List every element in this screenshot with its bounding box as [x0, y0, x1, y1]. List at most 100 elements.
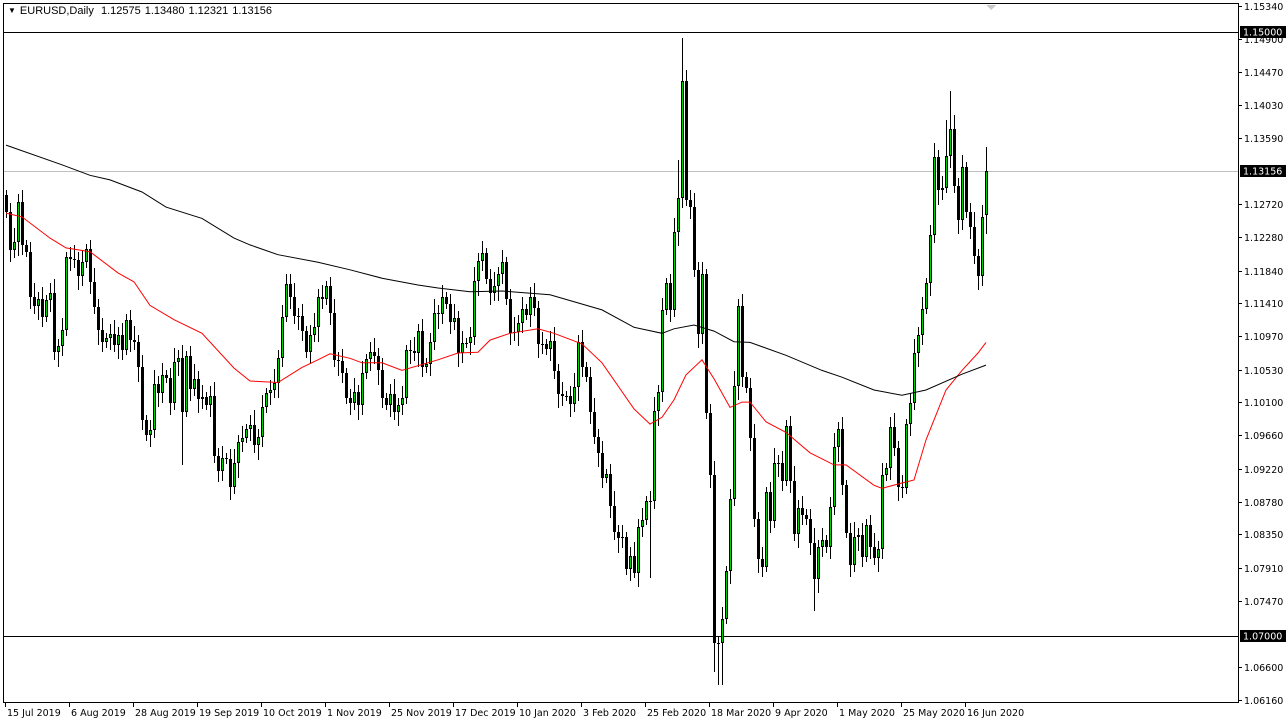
time-tick-label: 19 Sep 2019	[199, 708, 259, 719]
candle-body-fill	[766, 493, 767, 566]
candle-body-fill	[854, 538, 855, 564]
price-axis[interactable]: 1.153401.149001.144701.140301.135901.127…	[1238, 2, 1283, 707]
candle	[505, 257, 508, 305]
candle-body-fill	[914, 354, 915, 402]
candle-body-fill	[658, 393, 659, 410]
candle	[65, 252, 68, 336]
candle-body-fill	[502, 263, 503, 273]
candle-body-bear	[693, 207, 696, 270]
candle-body-fill	[66, 258, 67, 329]
candle	[729, 489, 732, 584]
candle	[685, 70, 688, 206]
candle-body-bear	[597, 437, 600, 453]
candle-body-bear	[9, 212, 12, 250]
candle-body-bear	[337, 360, 340, 361]
candlestick-chart[interactable]: 1.153401.149001.144701.140301.135901.127…	[0, 0, 1288, 725]
time-tick-label: 15 Jul 2019	[7, 708, 61, 719]
symbol-timeframe: EURUSD,Daily	[19, 5, 94, 17]
candle-body-bear	[101, 330, 104, 342]
candle-body-bear	[137, 342, 140, 367]
dropdown-triangle-icon[interactable]: ▼	[8, 6, 16, 15]
price-tick-label: 1.10530	[1244, 366, 1283, 377]
candle-body-bear	[937, 157, 940, 190]
candle-body-bear	[341, 361, 344, 373]
time-tick-label: 25 May 2020	[903, 708, 965, 719]
candle-body-bear	[197, 379, 200, 399]
candle-body-fill	[798, 509, 799, 533]
candle-body-fill	[982, 218, 983, 275]
candle-body-fill	[834, 448, 835, 506]
candle-body-fill	[654, 412, 655, 500]
candle-body-fill	[430, 343, 431, 363]
candle-body-fill	[126, 321, 127, 349]
candle-body-bull	[777, 463, 780, 464]
candle-body-bear	[169, 378, 172, 403]
candle-body-fill	[682, 82, 683, 197]
candle-body-fill	[406, 351, 407, 397]
candle-body-bear	[705, 274, 708, 413]
level-price-label: 1.15000	[1243, 28, 1282, 39]
time-tick-label: 28 Aug 2019	[135, 708, 196, 719]
candle-body-bear	[509, 299, 512, 333]
time-tick-label: 17 Dec 2019	[455, 708, 516, 719]
candle	[753, 424, 756, 527]
price-tick-label: 1.10100	[1244, 398, 1283, 409]
candle-body-bear	[53, 293, 56, 352]
candle-body-fill	[630, 557, 631, 568]
candle-body-bear	[789, 426, 792, 481]
candle-body-bear	[421, 331, 424, 367]
candle-body-bear	[333, 313, 336, 360]
candle-body-fill	[62, 331, 63, 345]
candle-body-bear	[93, 282, 96, 307]
candle-body-fill	[926, 284, 927, 308]
price-tick-label: 1.11410	[1244, 299, 1283, 310]
candle-body-bear	[753, 438, 756, 519]
ohlc-close: 1.13156	[232, 5, 273, 17]
candle-body-bear	[293, 297, 296, 316]
candle-body-fill	[262, 408, 263, 436]
candle-body-bear	[953, 129, 956, 186]
candle-body-bear	[617, 532, 620, 538]
candle-body-bear	[685, 81, 688, 200]
price-tick-label: 1.13590	[1244, 134, 1283, 145]
candle-body-bear	[957, 186, 960, 220]
candle	[737, 299, 740, 400]
candle-body-fill	[110, 335, 111, 337]
candle-body-fill	[238, 443, 239, 462]
candle-body-fill	[318, 298, 319, 326]
candle-body-fill	[398, 406, 399, 411]
candle-body-fill	[234, 464, 235, 486]
candle-body-bear	[709, 413, 712, 475]
candle-body-fill	[574, 388, 575, 403]
candle-body-fill	[310, 336, 311, 351]
ohlc-low: 1.12321	[188, 5, 229, 17]
candle-body-bear	[973, 227, 976, 256]
candle-body-fill	[930, 236, 931, 282]
candle-body-fill	[222, 459, 223, 470]
candle-body-fill	[734, 387, 735, 498]
time-tick-label: 6 Aug 2019	[71, 708, 126, 719]
candle-body-fill	[786, 427, 787, 480]
candle-body-fill	[530, 298, 531, 314]
candle	[981, 205, 984, 286]
candle-body-bear	[145, 420, 148, 435]
time-tick-label: 25 Nov 2019	[391, 708, 452, 719]
candle-body-fill	[246, 430, 247, 437]
candle-body-fill	[646, 502, 647, 519]
time-axis[interactable]: 15 Jul 2019 6 Aug 2019 28 Aug 2019 19 Sep 2…	[4, 702, 1238, 720]
candle-body-fill	[946, 157, 947, 187]
price-tick-label: 1.14470	[1244, 68, 1283, 79]
candle-body-fill	[46, 301, 47, 316]
candle-body-bear	[345, 373, 348, 398]
candle-body-fill	[866, 526, 867, 556]
candle-body-bull	[857, 535, 860, 537]
candle-body-bear	[229, 459, 232, 487]
candle	[485, 248, 488, 284]
candle-body-fill	[918, 336, 919, 352]
candle-body-bear	[825, 540, 828, 547]
candle-body-bear	[165, 375, 168, 378]
candle-body-fill	[838, 430, 839, 446]
price-tick-label: 1.07910	[1244, 564, 1283, 575]
candle-body-fill	[106, 339, 107, 341]
candle-body-fill	[722, 620, 723, 642]
